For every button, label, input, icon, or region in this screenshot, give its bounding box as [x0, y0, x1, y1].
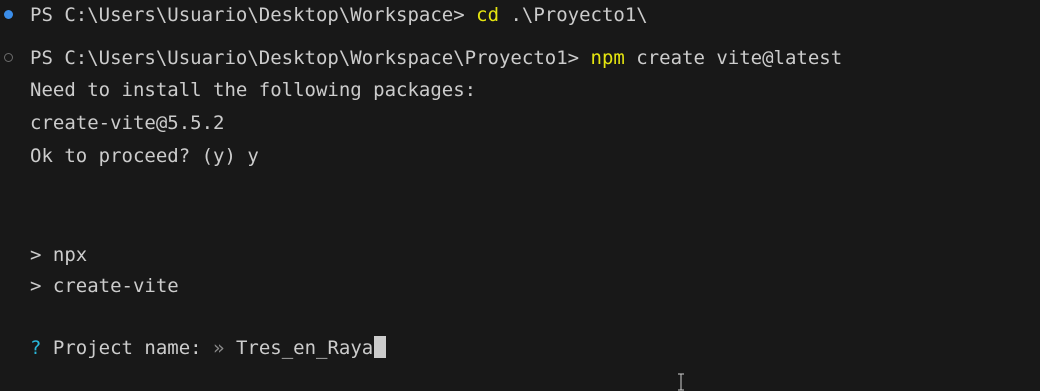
question-mark-icon: ? [30, 337, 42, 359]
text-cursor [374, 336, 387, 358]
command-name: cd [476, 4, 500, 26]
output-proceed-prompt: Ok to proceed? (y) y [30, 145, 259, 167]
command-args: .\Proyecto1\ [499, 4, 648, 26]
output-npx: > npx [30, 244, 88, 266]
output-install-message: Need to install the following packages: [30, 79, 477, 101]
question-label: Project name: [41, 337, 214, 359]
output-package-name: create-vite@5.5.2 [30, 112, 225, 134]
prompt-text: PS C:\Users\Usuario\Desktop\Workspace> [30, 4, 477, 26]
output-create-vite: > create-vite [30, 275, 179, 297]
command-running-decoration-icon[interactable] [4, 53, 13, 62]
prompt-text: PS C:\Users\Usuario\Desktop\Workspace\Pr… [30, 47, 591, 69]
command-args: create vite@latest [624, 47, 843, 69]
question-separator: » [213, 337, 225, 359]
command-success-decoration-icon[interactable] [4, 10, 13, 19]
command-line-2: PS C:\Users\Usuario\Desktop\Workspace\Pr… [30, 44, 842, 72]
mouse-ibeam-cursor-icon [678, 373, 684, 391]
project-name-input[interactable]: Tres_en_Raya [225, 337, 373, 359]
terminal-panel[interactable]: PS C:\Users\Usuario\Desktop\Workspace> c… [0, 0, 1040, 391]
command-line-1: PS C:\Users\Usuario\Desktop\Workspace> c… [30, 1, 648, 29]
command-name: npm [590, 47, 625, 69]
project-name-question[interactable]: ? Project name: » Tres_en_Raya [30, 334, 387, 362]
